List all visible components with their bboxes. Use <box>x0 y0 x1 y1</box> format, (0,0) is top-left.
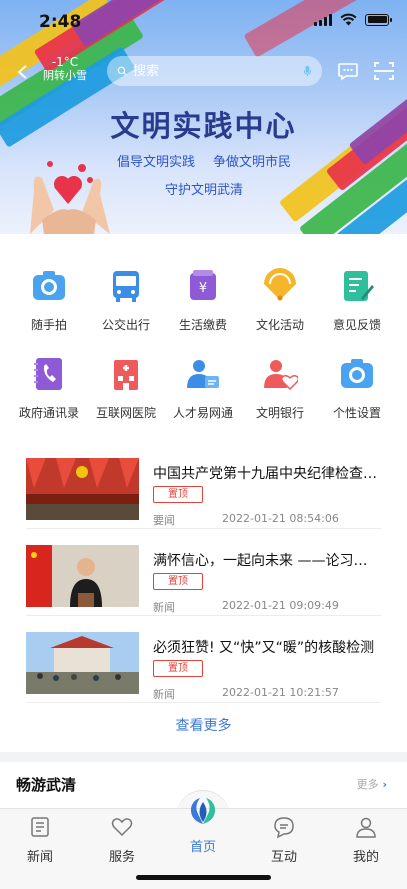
tab-home[interactable]: 首页 <box>173 833 233 855</box>
battery-icon <box>365 13 392 26</box>
pinned-badge: 置顶 <box>153 660 203 677</box>
tour-title: 畅游武清 <box>16 776 77 794</box>
service-item-snapshot[interactable]: 随手拍 <box>9 268 89 333</box>
tab-interact[interactable]: 互动 <box>254 815 314 865</box>
service-label: 公交出行 <box>101 318 150 332</box>
service-item-talent[interactable]: 人才易网通 <box>163 356 243 421</box>
news-title: 中国共产党第十九届中央纪律检查委员会 <box>153 466 381 482</box>
tab-services[interactable]: 服务 <box>92 815 152 865</box>
weather-description: 阴转小雪 <box>43 69 87 82</box>
search-icon <box>117 66 127 76</box>
wifi-icon <box>340 13 357 26</box>
service-label: 互联网医院 <box>95 406 156 420</box>
message-icon[interactable] <box>337 60 359 82</box>
service-item-bus[interactable]: 公交出行 <box>86 268 166 333</box>
fan-icon <box>264 268 296 301</box>
civility-bank-icon <box>264 360 300 391</box>
status-bar: 2:48 <box>0 0 407 44</box>
banner-slogan: 争做文明市民 <box>213 155 292 170</box>
banner-slogan: 倡导文明实践 <box>117 155 196 170</box>
heart-icon <box>111 818 133 837</box>
news-item[interactable]: 满怀信心，一起向未来 ——论习近平主席 置顶 新闻 2022-01-21 09:… <box>26 529 381 616</box>
settings-camera-icon <box>341 359 373 388</box>
news-category: 要闻 <box>153 514 175 527</box>
tab-label: 新闻 <box>26 850 53 865</box>
pinned-badge: 置顶 <box>153 486 203 503</box>
camera-icon <box>33 271 65 300</box>
service-item-hospital[interactable]: 互联网医院 <box>86 356 166 421</box>
home-logo-icon[interactable] <box>186 794 220 828</box>
service-item-civility-bank[interactable]: 文明银行 <box>240 356 320 421</box>
service-item-culture[interactable]: 文化活动 <box>240 268 320 333</box>
news-title: 满怀信心，一起向未来 ——论习近平主席 <box>153 553 381 569</box>
news-item[interactable]: 中国共产党第十九届中央纪律检查委员会 置顶 要闻 2022-01-21 08:5… <box>26 442 381 529</box>
weather-widget[interactable]: -1°C 阴转小雪 <box>40 55 90 83</box>
chat-bubble-icon <box>274 817 294 839</box>
pinned-badge: 置顶 <box>153 573 203 590</box>
service-item-feedback[interactable]: 意见反馈 <box>317 268 397 333</box>
service-item-gov-directory[interactable]: 政府通讯录 <box>9 356 89 421</box>
tab-news[interactable]: 新闻 <box>10 815 70 865</box>
news-date: 2022-01-21 10:21:57 <box>222 686 339 699</box>
banner-title: 文明实践中心 <box>110 109 297 143</box>
status-time: 2:48 <box>39 12 82 32</box>
microphone-icon[interactable] <box>303 62 312 80</box>
news-thumbnail <box>26 632 139 694</box>
services-grid: 随手拍 公交出行 ¥ 生活缴费 文化活动 意见反馈 政府通讯录 互联网医院 人才… <box>0 234 407 434</box>
news-category: 新闻 <box>153 688 175 701</box>
service-label: 人才易网通 <box>172 406 233 420</box>
tour-more-label: 更多 <box>356 778 379 791</box>
tab-label: 互动 <box>270 850 297 865</box>
service-item-settings[interactable]: 个性设置 <box>317 356 397 421</box>
tour-more-link[interactable]: 更多 › <box>357 776 387 792</box>
banner: 2:48 -1°C 阴转小雪 搜索 文明实践中心 倡导文明实践 争做文明市民 守… <box>0 0 407 234</box>
scan-icon[interactable] <box>373 60 395 82</box>
news-list: 中国共产党第十九届中央纪律检查委员会 置顶 要闻 2022-01-21 08:5… <box>0 434 407 752</box>
feedback-icon <box>344 271 374 301</box>
search-bar[interactable] <box>107 56 322 86</box>
service-item-payment[interactable]: ¥ 生活缴费 <box>163 268 243 333</box>
weather-temperature: -1°C <box>51 55 79 69</box>
search-input[interactable] <box>133 63 304 79</box>
news-title: 必须狂赞! 又“快”又“暖”的核酸检测 <box>153 640 375 656</box>
news-item[interactable]: 必须狂赞! 又“快”又“暖”的核酸检测 置顶 新闻 2022-01-21 10:… <box>26 616 381 703</box>
tab-label: 服务 <box>108 850 135 865</box>
bus-icon <box>113 271 139 302</box>
news-date: 2022-01-21 08:54:06 <box>222 512 339 525</box>
service-label: 文化活动 <box>255 318 304 332</box>
news-thumbnail <box>26 545 139 607</box>
service-label: 意见反馈 <box>332 318 381 332</box>
hospital-icon <box>114 360 138 390</box>
home-indicator <box>136 875 271 880</box>
view-more-link[interactable]: 查看更多 <box>0 715 407 735</box>
hands-heart-illustration <box>30 161 110 234</box>
newspaper-icon <box>31 817 49 837</box>
service-label: 文明银行 <box>255 406 304 420</box>
back-arrow-icon[interactable] <box>16 64 30 80</box>
svg-text:¥: ¥ <box>199 281 207 296</box>
talent-icon <box>187 360 219 388</box>
tab-profile[interactable]: 我的 <box>336 815 396 865</box>
service-label: 随手拍 <box>30 318 67 332</box>
service-label: 个性设置 <box>332 406 381 420</box>
service-label: 政府通讯录 <box>18 406 79 420</box>
news-thumbnail <box>26 458 139 520</box>
news-category: 新闻 <box>153 601 175 614</box>
service-label: 生活缴费 <box>178 318 227 332</box>
news-date: 2022-01-21 09:09:49 <box>222 599 339 612</box>
tab-label: 我的 <box>352 850 379 865</box>
payment-icon: ¥ <box>190 270 216 300</box>
phonebook-icon <box>34 358 62 390</box>
banner-slogan: 守护文明武清 <box>165 183 244 198</box>
tab-label: 首页 <box>189 840 216 855</box>
chevron-right-icon: › <box>378 778 387 791</box>
user-icon <box>356 817 376 838</box>
cellular-signal-icon <box>314 13 332 26</box>
